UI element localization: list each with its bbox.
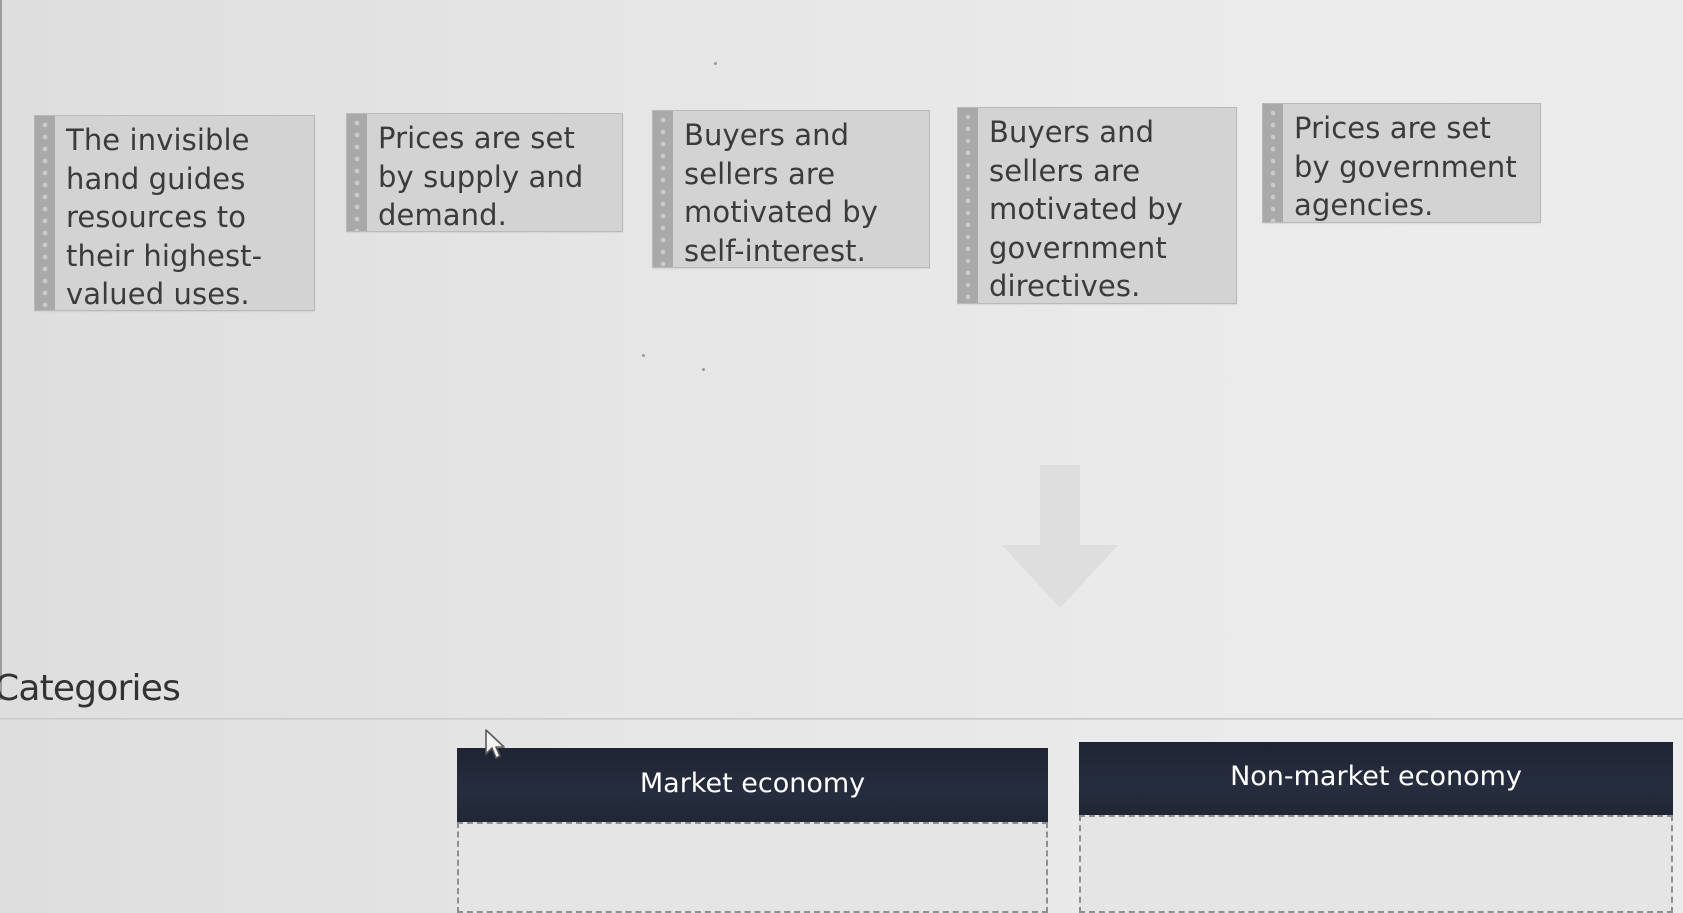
drag-handle-icon[interactable] xyxy=(653,111,673,267)
draggable-card-self-interest[interactable]: Buyers and sellers are motivated by self… xyxy=(652,110,930,268)
category-market-economy: Market economy xyxy=(457,748,1048,913)
category-non-market-economy: Non-market economy xyxy=(1079,742,1673,913)
draggable-card-supply-demand[interactable]: Prices are set by supply and demand. xyxy=(346,113,623,232)
card-text: Buyers and sellers are motivated by gove… xyxy=(989,115,1183,303)
screen-speck xyxy=(702,368,705,371)
window-left-edge xyxy=(0,0,2,700)
draggable-card-government-directives[interactable]: Buyers and sellers are motivated by gove… xyxy=(957,107,1237,304)
categories-heading: Categories xyxy=(0,668,181,709)
draggable-card-invisible-hand[interactable]: The invisible hand guides resources to t… xyxy=(34,115,315,311)
drag-handle-icon[interactable] xyxy=(958,108,978,303)
category-label: Market economy xyxy=(639,768,866,799)
category-header-market-economy: Market economy xyxy=(457,748,1048,822)
drop-zone-non-market-economy[interactable] xyxy=(1079,815,1673,913)
drop-zone-market-economy[interactable] xyxy=(457,822,1048,913)
drag-handle-icon[interactable] xyxy=(35,116,55,310)
card-text: Buyers and sellers are motivated by self… xyxy=(684,118,878,268)
card-text: Prices are set by government agencies. xyxy=(1294,111,1517,222)
screen-speck xyxy=(642,354,645,357)
screen-speck xyxy=(714,62,717,65)
category-header-non-market-economy: Non-market economy xyxy=(1079,742,1673,815)
card-text: The invisible hand guides resources to t… xyxy=(66,123,263,311)
card-text: Prices are set by supply and demand. xyxy=(378,121,584,232)
mouse-pointer-icon xyxy=(485,729,505,759)
down-arrow-icon xyxy=(1002,465,1118,608)
category-label: Non-market economy xyxy=(1230,761,1522,792)
drag-handle-icon[interactable] xyxy=(1263,104,1283,222)
draggable-card-government-agencies[interactable]: Prices are set by government agencies. xyxy=(1262,103,1541,223)
drag-handle-icon[interactable] xyxy=(347,114,367,231)
section-divider xyxy=(0,718,1683,720)
